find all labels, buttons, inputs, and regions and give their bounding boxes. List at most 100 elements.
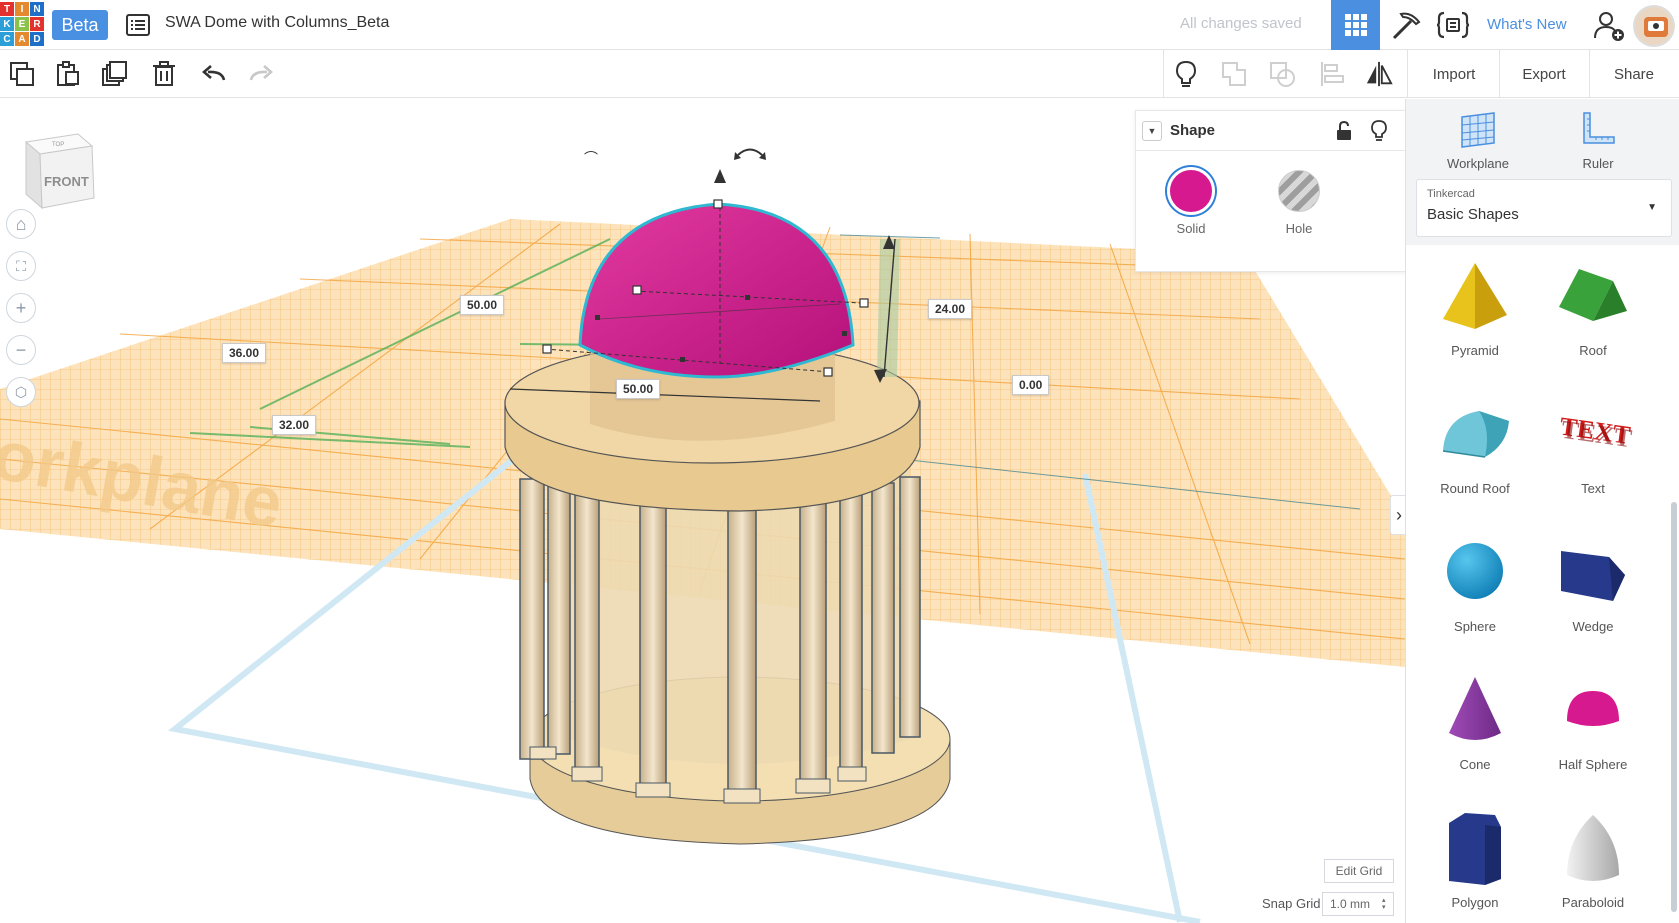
inspector-header: ▼ Shape	[1136, 111, 1406, 151]
save-status: All changes saved	[1180, 15, 1302, 32]
export-button[interactable]: Export	[1502, 58, 1586, 90]
solid-color-swatch[interactable]	[1167, 167, 1215, 215]
dimension-label-width-top[interactable]: 50.00	[460, 295, 505, 315]
shape-label: Round Roof	[1440, 481, 1510, 496]
shape-list-scrollbar[interactable]	[1671, 247, 1677, 917]
design-list-icon[interactable]	[126, 14, 150, 36]
dimension-label-length[interactable]: 36.00	[222, 343, 267, 363]
zoom-out-button[interactable]: −	[6, 335, 36, 365]
shape-library-select[interactable]: Tinkercad Basic Shapes ▼	[1416, 179, 1672, 237]
dimension-label-elevation[interactable]: 0.00	[1012, 375, 1050, 395]
solid-option[interactable]: Solid	[1146, 167, 1236, 236]
duplicate-icon	[102, 61, 127, 86]
shape-label: Cone	[1459, 757, 1491, 772]
view-cube-top-label: TOP	[52, 142, 64, 148]
dimension-label-height[interactable]: 24.00	[928, 299, 973, 319]
shape-label: Text	[1581, 481, 1605, 496]
toolbar-separator	[1407, 50, 1408, 98]
shape-pyramid[interactable]: Pyramid	[1416, 249, 1534, 377]
logo-letter: K	[0, 17, 14, 31]
design-title[interactable]: SWA Dome with Columns_Beta	[165, 14, 389, 32]
cone-icon	[1449, 677, 1501, 740]
shape-text[interactable]: TEXT TEXT Text	[1534, 387, 1652, 515]
lock-icon[interactable]	[1336, 121, 1352, 141]
dimension-label-offset[interactable]: 32.00	[272, 415, 317, 435]
paste-icon	[57, 61, 79, 86]
shape-wedge[interactable]: Wedge	[1534, 525, 1652, 653]
pyramid-icon	[1443, 263, 1507, 329]
rotate-handle[interactable]	[737, 148, 763, 156]
group-icon	[1222, 62, 1246, 86]
shape-roof[interactable]: Roof	[1534, 249, 1652, 377]
delete-button[interactable]	[150, 60, 178, 88]
tinkercad-logo[interactable]: T I N K E R C A D	[0, 2, 44, 48]
group-button[interactable]	[1220, 60, 1248, 88]
toolbar-separator	[1499, 50, 1500, 98]
hole-swatch[interactable]	[1278, 170, 1320, 212]
avatar[interactable]	[1633, 5, 1675, 47]
ruler-tool[interactable]: Ruler	[1548, 109, 1648, 171]
toolbar-separator	[1163, 50, 1164, 98]
shape-label: Wedge	[1572, 619, 1614, 634]
ungroup-icon	[1270, 62, 1295, 87]
shape-sphere[interactable]: Sphere	[1416, 525, 1534, 653]
lift-arrow[interactable]	[714, 169, 726, 183]
whats-new-link[interactable]: What's New	[1487, 16, 1567, 33]
rotate-handle-small[interactable]: ⌒	[584, 150, 598, 166]
align-button[interactable]	[1318, 60, 1346, 88]
bricks-button[interactable]	[1385, 0, 1427, 50]
top-bar: T I N K E R C A D Beta SWA Dome with Col…	[0, 0, 1679, 50]
polygon-icon	[1449, 813, 1501, 885]
zoom-in-button[interactable]: +	[6, 293, 36, 323]
workplane-tool[interactable]: Workplane	[1428, 109, 1528, 171]
3d-view-grid-icon	[1344, 14, 1367, 36]
shape-round-roof[interactable]: Round Roof	[1416, 387, 1534, 515]
ungroup-button[interactable]	[1268, 60, 1296, 88]
copy-button[interactable]	[8, 60, 36, 88]
scrollbar-thumb[interactable]	[1671, 502, 1677, 912]
codeblocks-button[interactable]	[1432, 0, 1474, 50]
lightbulb-icon[interactable]	[1371, 120, 1387, 142]
toolbar-separator	[1589, 50, 1590, 98]
add-user-icon[interactable]	[1593, 10, 1625, 42]
paraboloid-icon	[1567, 815, 1619, 881]
shape-polygon[interactable]: Polygon	[1416, 801, 1534, 923]
avatar-image	[1635, 7, 1673, 45]
duplicate-button[interactable]	[100, 60, 128, 88]
show-all-button[interactable]	[1172, 60, 1200, 88]
copy-icon	[10, 62, 34, 86]
undo-button[interactable]	[200, 60, 228, 88]
home-view-icon: ⌂	[15, 213, 27, 234]
shape-paraboloid[interactable]: Paraboloid	[1534, 801, 1652, 923]
snap-grid-label: Snap Grid	[1262, 896, 1321, 911]
hole-option[interactable]: Hole	[1254, 167, 1344, 236]
share-button[interactable]: Share	[1592, 58, 1676, 90]
home-view-button[interactable]: ⌂	[6, 209, 36, 239]
import-button[interactable]: Import	[1412, 58, 1496, 90]
collapse-inspector-button[interactable]: ▼	[1142, 121, 1162, 141]
paste-button[interactable]	[54, 60, 82, 88]
shape-cone[interactable]: Cone	[1416, 663, 1534, 791]
3d-view-button[interactable]	[1331, 0, 1380, 50]
inspector-title: Shape	[1170, 122, 1216, 139]
dimension-label-width-bottom[interactable]: 50.00	[616, 379, 661, 399]
snap-grid-select[interactable]: 1.0 mm	[1322, 892, 1394, 916]
edit-grid-button[interactable]: Edit Grid	[1324, 859, 1394, 883]
codeblocks-icon	[1436, 11, 1470, 39]
redo-icon	[249, 65, 273, 81]
view-cube-front-label: FRONT	[44, 174, 89, 189]
beta-badge: Beta	[52, 10, 108, 40]
ruler-label: Ruler	[1582, 156, 1614, 171]
mirror-button[interactable]	[1365, 60, 1393, 88]
perspective-button[interactable]: ⬡	[6, 377, 36, 407]
logo-letter: A	[15, 32, 29, 46]
zoom-out-icon: −	[15, 339, 27, 360]
redo-button[interactable]	[247, 60, 275, 88]
zoom-in-icon: +	[15, 297, 27, 318]
text-shape-icon: TEXT TEXT	[1558, 411, 1633, 453]
fit-view-button[interactable]: ⛶	[6, 251, 36, 281]
sphere-icon	[1447, 543, 1503, 599]
logo-letter: R	[30, 17, 44, 31]
view-cube[interactable]: TOP FRONT	[20, 124, 96, 210]
shape-half-sphere[interactable]: Half Sphere	[1534, 663, 1652, 791]
